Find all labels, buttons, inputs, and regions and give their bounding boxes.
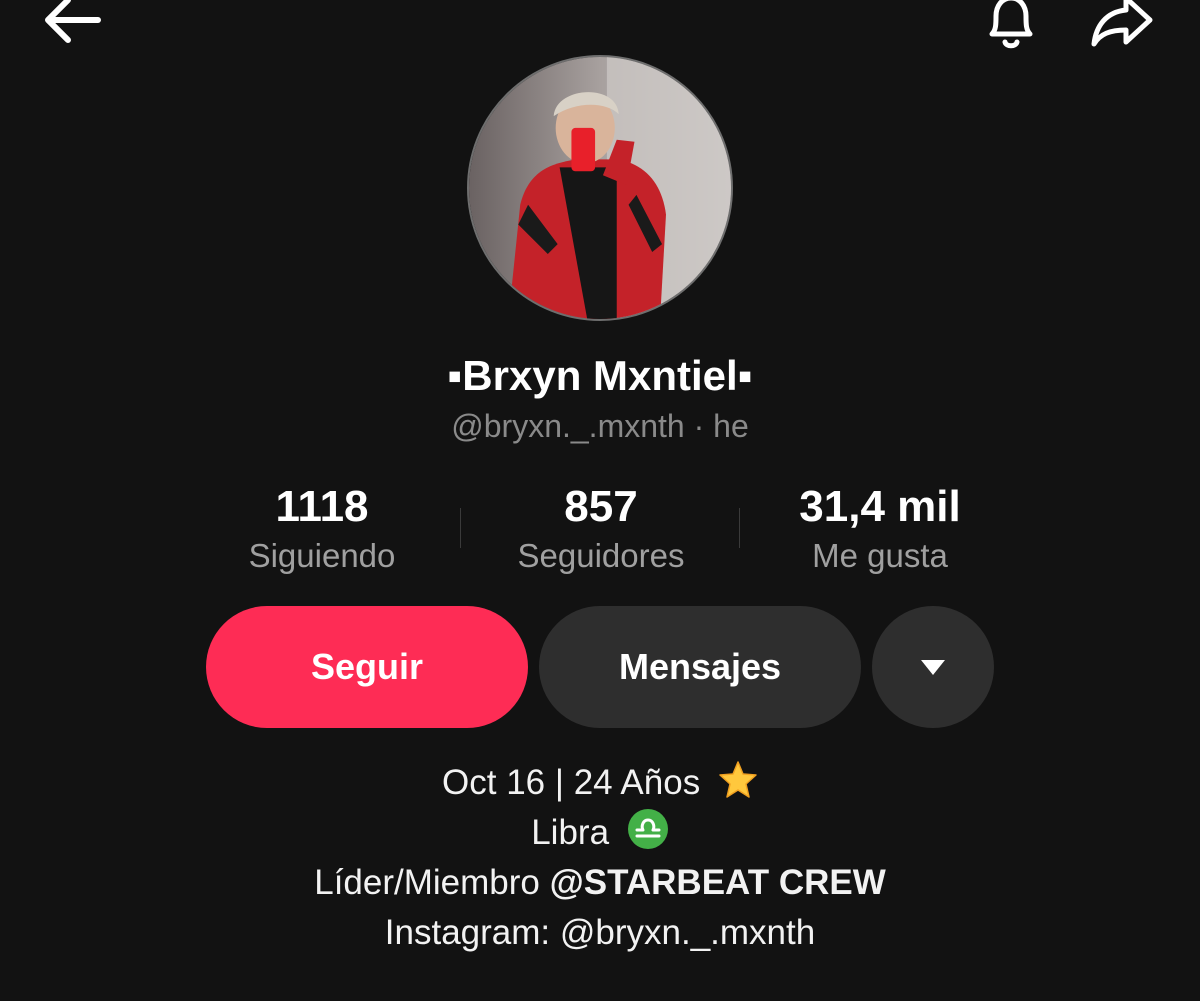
handle-separator: ·	[684, 408, 714, 444]
libra-icon	[627, 809, 668, 849]
stat-followers[interactable]: 857 Seguidores	[451, 480, 751, 578]
profile-display-name: ▪Brxyn Mxntiel▪	[447, 352, 753, 399]
follow-button[interactable]: Seguir	[206, 606, 528, 728]
bio-sign-text: Libra	[531, 813, 610, 852]
caret-down-icon	[921, 660, 945, 675]
bio-line-birthday: Oct 16 | 24 Años	[0, 758, 1200, 808]
back-arrow-icon[interactable]	[38, 0, 108, 54]
bio-line-crew: Líder/Miembro @STARBEAT CREW	[0, 858, 1200, 908]
stat-likes[interactable]: 31,4 mil Me gusta	[730, 480, 1030, 578]
stat-following-label: Siguiendo	[248, 537, 396, 574]
messages-button[interactable]: Mensajes	[539, 606, 861, 728]
star-icon	[719, 761, 757, 798]
bio-crew-mention[interactable]: @STARBEAT CREW	[550, 863, 886, 902]
bio-line-sign: Libra	[0, 808, 1200, 858]
profile-avatar[interactable]	[467, 55, 733, 321]
bio-crew-prefix: Líder/Miembro	[314, 863, 550, 902]
stat-followers-label: Seguidores	[517, 537, 685, 574]
bio-birthday-text: Oct 16 | 24 Años	[442, 763, 701, 802]
stat-followers-value: 857	[564, 482, 638, 531]
share-arrow-icon[interactable]	[1086, 0, 1158, 54]
stat-likes-label: Me gusta	[812, 537, 948, 574]
notification-bell-icon[interactable]	[978, 0, 1044, 54]
profile-handle: @bryxn._.mxnth	[451, 408, 685, 444]
stat-likes-value: 31,4 mil	[799, 482, 961, 531]
stat-following[interactable]: 1118 Siguiendo	[172, 480, 472, 578]
more-options-button[interactable]	[872, 606, 994, 728]
profile-pronoun: he	[713, 408, 749, 444]
stat-following-value: 1118	[275, 482, 369, 531]
bio-line-instagram: Instagram: @bryxn._.mxnth	[384, 913, 816, 952]
profile-handle-line: @bryxn._.mxnth · he	[0, 405, 1200, 447]
